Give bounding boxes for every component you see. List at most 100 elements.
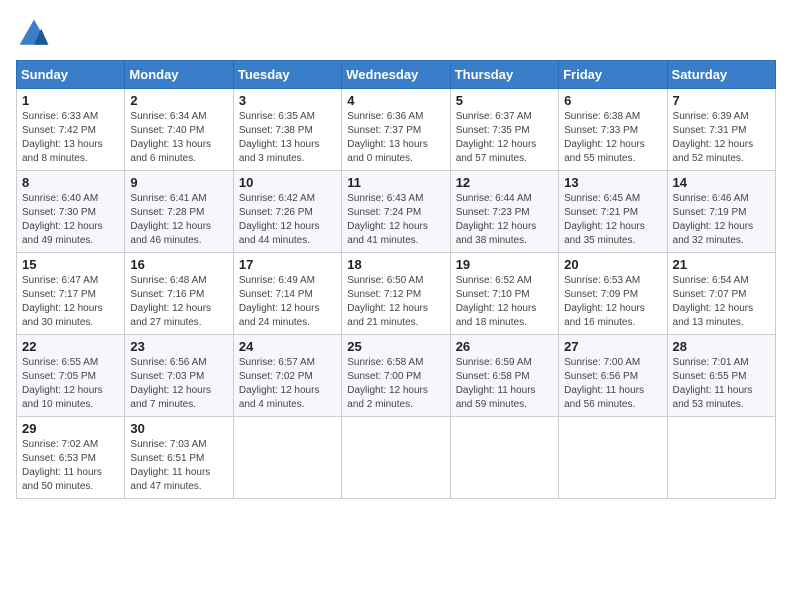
day-cell-2: 2 Sunrise: 6:34 AM Sunset: 7:40 PM Dayli… — [125, 89, 233, 171]
day-number-1: 1 — [22, 93, 119, 108]
day-number-25: 25 — [347, 339, 444, 354]
day-info-20: Sunrise: 6:53 AM Sunset: 7:09 PM Dayligh… — [564, 274, 661, 330]
day-cell-25: 25 Sunrise: 6:58 AM Sunset: 7:00 PM Dayl… — [342, 335, 450, 417]
logo-icon — [16, 16, 52, 52]
day-info-14: Sunrise: 6:46 AM Sunset: 7:19 PM Dayligh… — [673, 192, 770, 248]
day-info-2: Sunrise: 6:34 AM Sunset: 7:40 PM Dayligh… — [130, 110, 227, 166]
day-cell-11: 11 Sunrise: 6:43 AM Sunset: 7:24 PM Dayl… — [342, 171, 450, 253]
day-cell-10: 10 Sunrise: 6:42 AM Sunset: 7:26 PM Dayl… — [233, 171, 341, 253]
calendar-row: 15 Sunrise: 6:47 AM Sunset: 7:17 PM Dayl… — [17, 253, 776, 335]
day-cell-1: 1 Sunrise: 6:33 AM Sunset: 7:42 PM Dayli… — [17, 89, 125, 171]
day-number-11: 11 — [347, 175, 444, 190]
day-number-18: 18 — [347, 257, 444, 272]
col-sunday: Sunday — [17, 61, 125, 89]
empty-cell — [342, 417, 450, 499]
day-cell-28: 28 Sunrise: 7:01 AM Sunset: 6:55 PM Dayl… — [667, 335, 775, 417]
day-info-17: Sunrise: 6:49 AM Sunset: 7:14 PM Dayligh… — [239, 274, 336, 330]
empty-cell — [559, 417, 667, 499]
day-number-14: 14 — [673, 175, 770, 190]
day-number-5: 5 — [456, 93, 553, 108]
day-cell-26: 26 Sunrise: 6:59 AM Sunset: 6:58 PM Dayl… — [450, 335, 558, 417]
empty-cell — [233, 417, 341, 499]
day-cell-24: 24 Sunrise: 6:57 AM Sunset: 7:02 PM Dayl… — [233, 335, 341, 417]
day-number-22: 22 — [22, 339, 119, 354]
empty-cell — [667, 417, 775, 499]
day-cell-6: 6 Sunrise: 6:38 AM Sunset: 7:33 PM Dayli… — [559, 89, 667, 171]
col-tuesday: Tuesday — [233, 61, 341, 89]
day-cell-30: 30 Sunrise: 7:03 AM Sunset: 6:51 PM Dayl… — [125, 417, 233, 499]
day-cell-9: 9 Sunrise: 6:41 AM Sunset: 7:28 PM Dayli… — [125, 171, 233, 253]
day-info-21: Sunrise: 6:54 AM Sunset: 7:07 PM Dayligh… — [673, 274, 770, 330]
day-number-2: 2 — [130, 93, 227, 108]
day-info-15: Sunrise: 6:47 AM Sunset: 7:17 PM Dayligh… — [22, 274, 119, 330]
calendar-header-row: Sunday Monday Tuesday Wednesday Thursday… — [17, 61, 776, 89]
day-number-26: 26 — [456, 339, 553, 354]
col-wednesday: Wednesday — [342, 61, 450, 89]
day-info-7: Sunrise: 6:39 AM Sunset: 7:31 PM Dayligh… — [673, 110, 770, 166]
col-thursday: Thursday — [450, 61, 558, 89]
day-cell-7: 7 Sunrise: 6:39 AM Sunset: 7:31 PM Dayli… — [667, 89, 775, 171]
day-info-11: Sunrise: 6:43 AM Sunset: 7:24 PM Dayligh… — [347, 192, 444, 248]
day-cell-5: 5 Sunrise: 6:37 AM Sunset: 7:35 PM Dayli… — [450, 89, 558, 171]
day-cell-21: 21 Sunrise: 6:54 AM Sunset: 7:07 PM Dayl… — [667, 253, 775, 335]
day-cell-12: 12 Sunrise: 6:44 AM Sunset: 7:23 PM Dayl… — [450, 171, 558, 253]
day-cell-27: 27 Sunrise: 7:00 AM Sunset: 6:56 PM Dayl… — [559, 335, 667, 417]
day-number-7: 7 — [673, 93, 770, 108]
day-info-8: Sunrise: 6:40 AM Sunset: 7:30 PM Dayligh… — [22, 192, 119, 248]
day-number-3: 3 — [239, 93, 336, 108]
day-number-16: 16 — [130, 257, 227, 272]
calendar-row: 1 Sunrise: 6:33 AM Sunset: 7:42 PM Dayli… — [17, 89, 776, 171]
calendar-row: 22 Sunrise: 6:55 AM Sunset: 7:05 PM Dayl… — [17, 335, 776, 417]
col-monday: Monday — [125, 61, 233, 89]
day-info-23: Sunrise: 6:56 AM Sunset: 7:03 PM Dayligh… — [130, 356, 227, 412]
empty-cell — [450, 417, 558, 499]
day-number-4: 4 — [347, 93, 444, 108]
day-info-25: Sunrise: 6:58 AM Sunset: 7:00 PM Dayligh… — [347, 356, 444, 412]
day-number-27: 27 — [564, 339, 661, 354]
day-info-29: Sunrise: 7:02 AM Sunset: 6:53 PM Dayligh… — [22, 438, 119, 494]
day-cell-8: 8 Sunrise: 6:40 AM Sunset: 7:30 PM Dayli… — [17, 171, 125, 253]
day-cell-4: 4 Sunrise: 6:36 AM Sunset: 7:37 PM Dayli… — [342, 89, 450, 171]
day-number-13: 13 — [564, 175, 661, 190]
day-info-30: Sunrise: 7:03 AM Sunset: 6:51 PM Dayligh… — [130, 438, 227, 494]
day-info-24: Sunrise: 6:57 AM Sunset: 7:02 PM Dayligh… — [239, 356, 336, 412]
day-number-29: 29 — [22, 421, 119, 436]
day-number-21: 21 — [673, 257, 770, 272]
col-saturday: Saturday — [667, 61, 775, 89]
col-friday: Friday — [559, 61, 667, 89]
day-info-3: Sunrise: 6:35 AM Sunset: 7:38 PM Dayligh… — [239, 110, 336, 166]
day-cell-18: 18 Sunrise: 6:50 AM Sunset: 7:12 PM Dayl… — [342, 253, 450, 335]
day-number-12: 12 — [456, 175, 553, 190]
day-cell-14: 14 Sunrise: 6:46 AM Sunset: 7:19 PM Dayl… — [667, 171, 775, 253]
day-info-26: Sunrise: 6:59 AM Sunset: 6:58 PM Dayligh… — [456, 356, 553, 412]
day-number-15: 15 — [22, 257, 119, 272]
day-cell-3: 3 Sunrise: 6:35 AM Sunset: 7:38 PM Dayli… — [233, 89, 341, 171]
day-number-17: 17 — [239, 257, 336, 272]
day-info-10: Sunrise: 6:42 AM Sunset: 7:26 PM Dayligh… — [239, 192, 336, 248]
day-info-9: Sunrise: 6:41 AM Sunset: 7:28 PM Dayligh… — [130, 192, 227, 248]
day-cell-23: 23 Sunrise: 6:56 AM Sunset: 7:03 PM Dayl… — [125, 335, 233, 417]
day-cell-29: 29 Sunrise: 7:02 AM Sunset: 6:53 PM Dayl… — [17, 417, 125, 499]
day-info-16: Sunrise: 6:48 AM Sunset: 7:16 PM Dayligh… — [130, 274, 227, 330]
day-info-5: Sunrise: 6:37 AM Sunset: 7:35 PM Dayligh… — [456, 110, 553, 166]
calendar-row: 8 Sunrise: 6:40 AM Sunset: 7:30 PM Dayli… — [17, 171, 776, 253]
day-info-12: Sunrise: 6:44 AM Sunset: 7:23 PM Dayligh… — [456, 192, 553, 248]
day-number-24: 24 — [239, 339, 336, 354]
day-number-8: 8 — [22, 175, 119, 190]
day-number-19: 19 — [456, 257, 553, 272]
day-info-4: Sunrise: 6:36 AM Sunset: 7:37 PM Dayligh… — [347, 110, 444, 166]
calendar-row: 29 Sunrise: 7:02 AM Sunset: 6:53 PM Dayl… — [17, 417, 776, 499]
day-number-23: 23 — [130, 339, 227, 354]
day-info-28: Sunrise: 7:01 AM Sunset: 6:55 PM Dayligh… — [673, 356, 770, 412]
logo — [16, 16, 56, 52]
day-cell-19: 19 Sunrise: 6:52 AM Sunset: 7:10 PM Dayl… — [450, 253, 558, 335]
day-info-27: Sunrise: 7:00 AM Sunset: 6:56 PM Dayligh… — [564, 356, 661, 412]
day-info-13: Sunrise: 6:45 AM Sunset: 7:21 PM Dayligh… — [564, 192, 661, 248]
day-info-19: Sunrise: 6:52 AM Sunset: 7:10 PM Dayligh… — [456, 274, 553, 330]
day-number-20: 20 — [564, 257, 661, 272]
day-info-18: Sunrise: 6:50 AM Sunset: 7:12 PM Dayligh… — [347, 274, 444, 330]
page-header — [16, 16, 776, 52]
day-number-10: 10 — [239, 175, 336, 190]
day-cell-13: 13 Sunrise: 6:45 AM Sunset: 7:21 PM Dayl… — [559, 171, 667, 253]
day-number-30: 30 — [130, 421, 227, 436]
